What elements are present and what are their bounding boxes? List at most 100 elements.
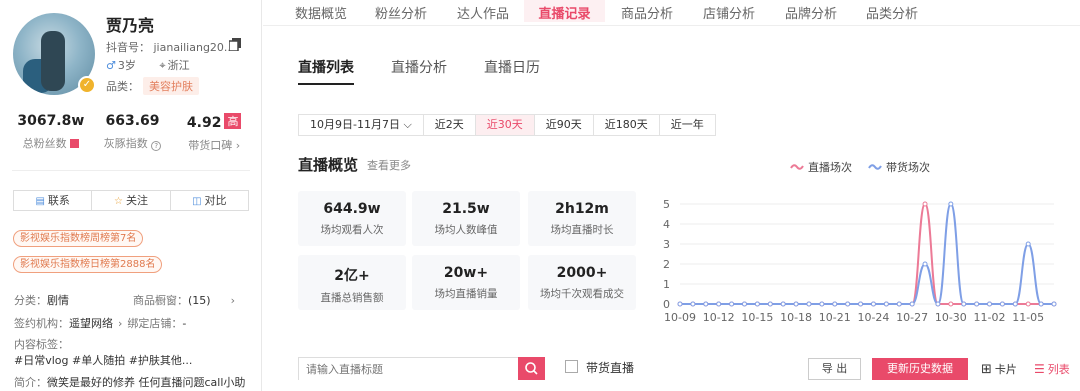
data-point	[883, 301, 889, 307]
reputation-link[interactable]: 带货口碑 ›	[173, 137, 255, 153]
message-icon: ▤	[35, 196, 45, 207]
range-180d[interactable]: 近180天	[594, 115, 660, 135]
kpi-card: 2h12m 场均直播时长	[528, 191, 636, 246]
overview-title: 直播概览	[298, 156, 359, 174]
kpi-card: 21.5w 场均人数峰值	[412, 191, 520, 246]
range-custom[interactable]: 10月9日-11月7日 ⌵	[299, 115, 424, 135]
data-point	[909, 301, 915, 307]
data-point	[845, 301, 851, 307]
data-point	[948, 301, 954, 307]
subtab-live-list[interactable]: 直播列表	[298, 57, 354, 85]
data-point	[1038, 301, 1044, 307]
data-point	[677, 301, 683, 307]
x-tick-label: 11-02	[974, 311, 1006, 324]
live-count-chart: 0 1 2 3 4 5 10-09 10-12 10-15 10-18 10-21 10-24 10-2…	[663, 198, 1057, 324]
rank-badge-weekly[interactable]: 影视娱乐指数榜周榜第7名	[13, 230, 144, 247]
data-point	[1051, 301, 1057, 307]
reputation-badge: 高	[224, 113, 242, 129]
data-point	[870, 301, 876, 307]
help-icon[interactable]: ?	[151, 141, 162, 151]
range-30d[interactable]: 近30天	[475, 115, 535, 135]
info-window[interactable]: 商品橱窗：(15) ›	[133, 292, 235, 308]
data-point	[767, 301, 773, 307]
tab-works[interactable]: 达人作品	[457, 0, 509, 22]
data-point	[819, 301, 825, 307]
age: ♂ 3岁	[106, 59, 136, 72]
stat-fans: 3067.8w 总粉丝数	[17, 113, 85, 150]
date-range-selector: 10月9日-11月7日 ⌵ 近2天 近30天 近90天 近180天 近一年	[298, 114, 716, 136]
x-tick-label: 10-24	[857, 311, 889, 324]
search-button[interactable]	[518, 357, 545, 380]
list-icon: ☰	[1034, 362, 1045, 376]
tab-fans[interactable]: 粉丝分析	[375, 0, 427, 22]
verified-badge-icon: ✓	[78, 76, 96, 94]
legend-item-goods[interactable]: 带货场次	[868, 159, 930, 175]
kpi-card: 2000+ 场均千次观看成交	[528, 255, 636, 310]
update-history-button[interactable]: 更新历史数据	[872, 358, 968, 380]
compare-button[interactable]: ◫ 对比	[171, 191, 248, 210]
legend-item-live[interactable]: 直播场次	[790, 159, 852, 175]
export-button[interactable]: 导 出	[808, 358, 861, 380]
with-goods-checkbox[interactable]	[565, 360, 578, 373]
list-view-toggle[interactable]: ☰ 列表	[1034, 361, 1070, 377]
subtab-live-analysis[interactable]: 直播分析	[391, 57, 447, 85]
card-view-toggle[interactable]: ⊞ 卡片	[981, 361, 1017, 377]
range-1y[interactable]: 近一年	[660, 115, 715, 135]
chart-icon[interactable]	[70, 139, 80, 148]
divider	[12, 170, 250, 171]
compare-icon: ◫	[192, 196, 202, 207]
tab-shops[interactable]: 店铺分析	[703, 0, 755, 22]
search-input[interactable]	[299, 359, 519, 381]
data-point	[780, 301, 786, 307]
category-tag: 美容护肤	[143, 77, 199, 95]
series-line	[680, 202, 1054, 305]
data-point	[858, 301, 864, 307]
copy-icon[interactable]	[229, 38, 241, 51]
y-tick-label: 2	[663, 258, 670, 271]
data-point	[948, 201, 954, 207]
subtab-live-calendar[interactable]: 直播日历	[484, 57, 540, 85]
data-point	[922, 261, 928, 267]
data-point	[896, 301, 902, 307]
follow-button[interactable]: ☆ 关注	[92, 191, 171, 210]
data-point	[935, 301, 941, 307]
profile-panel: ✓ 贾乃亮 抖音号： jianailiang20... ♂ 3岁 ⌖ 浙江 品类：美…	[0, 0, 262, 391]
y-tick-label: 1	[663, 278, 670, 291]
info-intro: 简介：微笑是最好的修养 任何直播问题call小助	[14, 376, 246, 389]
search-icon	[525, 362, 538, 375]
x-tick-label: 10-09	[664, 311, 696, 324]
chevron-right-icon[interactable]: ›	[118, 317, 122, 330]
top-tabs: 数据概览 粉丝分析 达人作品 直播记录 商品分析 店铺分析 品牌分析 品类分析	[263, 0, 1080, 26]
info-tags: #日常vlog #单人随拍 #护肤其他...	[14, 354, 193, 367]
contact-button[interactable]: ▤ 联系	[14, 191, 93, 210]
data-point	[729, 301, 735, 307]
x-tick-label: 10-15	[741, 311, 773, 324]
view-more-link[interactable]: 查看更多	[367, 157, 411, 173]
data-point	[1025, 301, 1031, 307]
rank-badge-daily[interactable]: 影视娱乐指数榜日榜第2888名	[13, 256, 163, 273]
y-tick-label: 0	[663, 298, 670, 311]
tab-products[interactable]: 商品分析	[621, 0, 673, 22]
grid-icon: ⊞	[981, 361, 992, 377]
data-point	[922, 201, 928, 207]
tab-categories[interactable]: 品类分析	[866, 0, 918, 22]
data-point	[741, 301, 747, 307]
range-90d[interactable]: 近90天	[535, 115, 594, 135]
data-point	[832, 301, 838, 307]
range-2d[interactable]: 近2天	[424, 115, 476, 135]
tab-brands[interactable]: 品牌分析	[785, 0, 837, 22]
x-tick-label: 10-30	[935, 311, 967, 324]
data-point	[703, 301, 709, 307]
wave-blue-icon	[868, 164, 882, 170]
data-point	[999, 301, 1005, 307]
star-icon: ☆	[114, 196, 123, 207]
info-tags-label: 内容标签：	[14, 338, 69, 351]
wave-pink-icon	[790, 164, 804, 170]
profile-actions: ▤ 联系 ☆ 关注 ◫ 对比	[13, 190, 249, 211]
data-point	[1012, 301, 1018, 307]
tab-live-records[interactable]: 直播记录	[524, 0, 605, 22]
tab-overview[interactable]: 数据概览	[295, 0, 347, 22]
y-tick-label: 3	[663, 238, 670, 251]
data-point	[754, 301, 760, 307]
info-org: 签约机构：遥望网络 › 绑定店铺：-	[14, 317, 187, 330]
